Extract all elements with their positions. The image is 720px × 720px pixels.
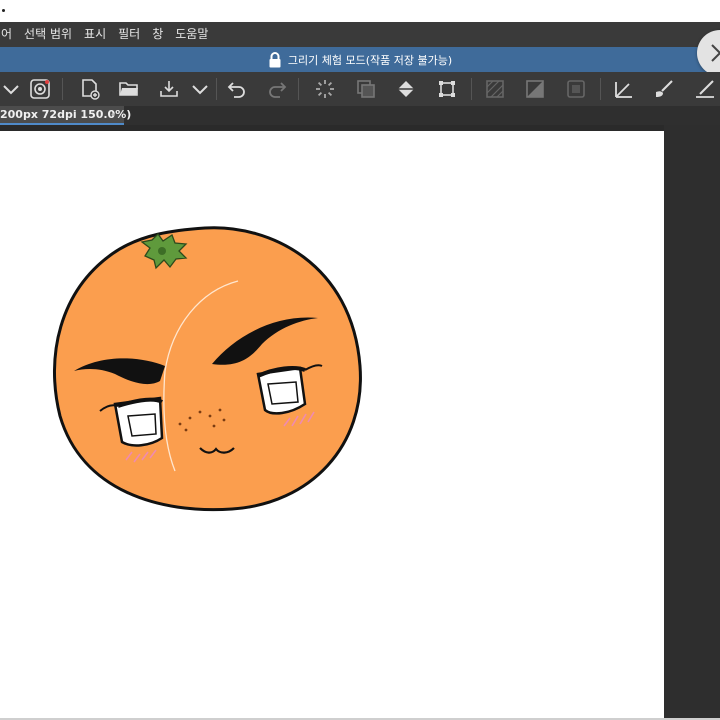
toolbar-separator: [600, 78, 601, 100]
export-icon[interactable]: [158, 78, 180, 100]
window-top-strip: [0, 0, 720, 22]
layer-icon[interactable]: [355, 78, 377, 100]
menu-item-selection[interactable]: 선택 범위: [18, 22, 78, 47]
right-side-panel: [664, 125, 720, 720]
menu-item-layer[interactable]: 어: [0, 22, 18, 47]
spiral-icon[interactable]: [29, 78, 51, 100]
menu-item-window[interactable]: 창: [146, 22, 169, 47]
drawing-canvas[interactable]: [0, 131, 664, 720]
menu-item-help[interactable]: 도움말: [169, 22, 214, 47]
trial-mode-message: 그리기 체험 모드(작품 저장 불가능): [287, 53, 453, 67]
pen-icon[interactable]: [694, 78, 716, 100]
orange-character-drawing: [53, 226, 362, 512]
chevron-down-icon[interactable]: [0, 78, 22, 100]
menu-item-filter[interactable]: 필터: [112, 22, 146, 47]
close-icon: [711, 44, 720, 62]
toolbar-separator: [471, 78, 472, 100]
toolbar-separator: [216, 78, 217, 100]
lock-icon: [269, 51, 281, 67]
transform-icon[interactable]: [436, 78, 458, 100]
open-folder-icon[interactable]: [118, 78, 140, 100]
loading-icon[interactable]: [314, 78, 336, 100]
document-tab[interactable]: 200px 72dpi 150.0%) •: [0, 106, 131, 125]
redo-icon[interactable]: [266, 78, 288, 100]
main-toolbar: [0, 72, 720, 106]
toolbar-separator: [62, 78, 63, 100]
chevron-down-icon[interactable]: [189, 78, 211, 100]
trial-mode-banner: 그리기 체험 모드(작품 저장 불가능): [0, 47, 720, 72]
brush-icon[interactable]: [653, 78, 675, 100]
document-tab-bar: 200px 72dpi 150.0%) •: [0, 106, 720, 125]
new-canvas-icon[interactable]: [79, 78, 101, 100]
window-dot: [2, 9, 5, 12]
menu-item-view[interactable]: 표시: [78, 22, 112, 47]
canvas-area: [0, 125, 720, 720]
undo-icon[interactable]: [226, 78, 248, 100]
fill-icon[interactable]: [395, 78, 417, 100]
tone-icon[interactable]: [524, 78, 546, 100]
ruler-icon[interactable]: [613, 78, 635, 100]
document-tab-close[interactable]: •: [110, 110, 116, 121]
frame-icon[interactable]: [565, 78, 587, 100]
toolbar-separator: [298, 78, 299, 100]
menu-bar: 어 선택 범위 표시 필터 창 도움말: [0, 22, 720, 47]
hatch-icon[interactable]: [484, 78, 506, 100]
